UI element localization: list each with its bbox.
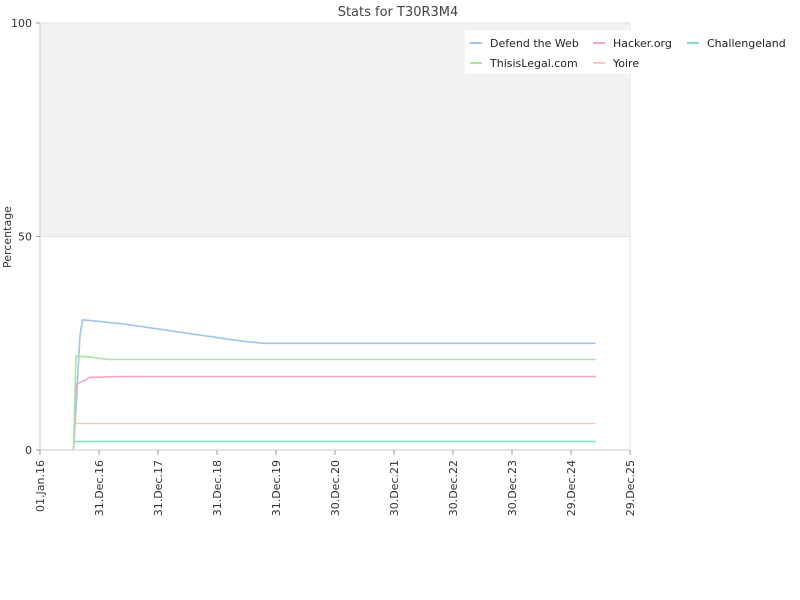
x-tick-label: 31.Dec.16 xyxy=(93,460,106,516)
x-tick-label: 30.Dec.22 xyxy=(447,460,460,516)
y-tick-label: 50 xyxy=(18,231,32,244)
x-ticks: 01.Jan.16 31.Dec.16 31.Dec.17 31.Dec.18 31.D… xyxy=(34,450,637,516)
series-layer xyxy=(72,318,596,451)
x-tick-label: 30.Dec.21 xyxy=(388,460,401,516)
legend-label: Yoire xyxy=(612,57,639,70)
legend-label: Hacker.org xyxy=(613,37,672,50)
legend-label: Challengeland xyxy=(707,37,786,50)
legend: Defend the Web Hacker.org Challengeland Thi… xyxy=(465,30,795,74)
x-tick-label: 31.Dec.18 xyxy=(211,460,224,516)
x-tick-label: 31.Dec.19 xyxy=(270,460,283,516)
chart-title: Stats for T30R3M4 xyxy=(338,5,459,20)
x-tick-label: 01.Jan.16 xyxy=(34,460,47,512)
series-line-defend-the-web xyxy=(72,318,596,451)
y-axis-label: Percentage xyxy=(1,206,14,268)
x-tick-label: 30.Dec.23 xyxy=(506,460,519,516)
x-tick-label: 31.Dec.17 xyxy=(152,460,165,516)
series-line-thisislegal-com xyxy=(72,355,596,451)
y-tick-label: 0 xyxy=(25,444,32,457)
legend-label: ThisisLegal.com xyxy=(489,57,578,70)
x-tick-label: 29.Dec.24 xyxy=(565,460,578,516)
series-line-hacker-org xyxy=(72,375,596,451)
x-tick-label: 29.Dec.25 xyxy=(624,460,637,516)
y-tick-label: 100 xyxy=(11,17,32,30)
y-ticks: 0 50 100 xyxy=(11,17,40,457)
x-tick-label: 30.Dec.20 xyxy=(329,460,342,516)
chart: Stats for T30R3M4 Percentage 0 50 100 01.J… xyxy=(1,5,795,516)
legend-label: Defend the Web xyxy=(490,37,579,50)
